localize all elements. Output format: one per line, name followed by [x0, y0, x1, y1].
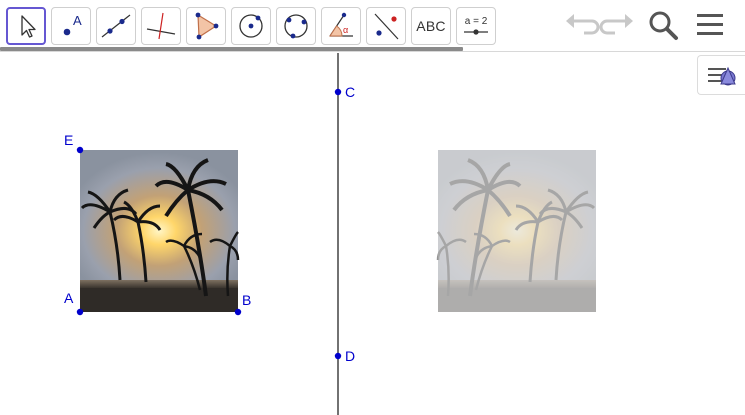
point-a-label: A: [64, 290, 74, 306]
slider-tool-label: a = 2: [465, 16, 488, 27]
slider-icon: a = 2: [464, 16, 488, 35]
toolbar: A α ABC a = 2: [0, 0, 745, 52]
polygon-tool-button[interactable]: [186, 7, 226, 45]
text-tool-button[interactable]: ABC: [411, 7, 451, 45]
toolbar-scrollbar[interactable]: [0, 47, 463, 51]
undo-button[interactable]: [563, 8, 600, 47]
point-tool-label: A: [73, 13, 82, 28]
hamburger-menu-icon: [697, 14, 723, 35]
search-button[interactable]: [646, 8, 680, 47]
point-c[interactable]: [334, 88, 342, 96]
circle-center-icon: [239, 14, 263, 38]
point-e-label: E: [64, 132, 73, 148]
point-a[interactable]: [76, 308, 84, 316]
point-d[interactable]: [334, 352, 342, 360]
arrow-cursor-icon: [21, 15, 36, 38]
point-tool-button[interactable]: A: [51, 7, 91, 45]
reflect-line-icon: [374, 13, 399, 40]
circle-three-points-icon: [284, 14, 308, 39]
circle-tool-button[interactable]: [231, 7, 271, 45]
redo-button[interactable]: [599, 8, 636, 47]
point-c-label: C: [345, 84, 355, 100]
point-d-label: D: [345, 348, 355, 364]
angle-icon: α: [329, 12, 353, 37]
circle-three-points-tool-button[interactable]: [276, 7, 316, 45]
search-icon: [649, 11, 678, 40]
sunset-photo[interactable]: [80, 150, 240, 312]
main-menu-button[interactable]: [694, 8, 728, 47]
redo-icon: [599, 14, 633, 35]
angle-tool-button[interactable]: α: [321, 7, 361, 45]
triangle-icon: [195, 12, 219, 40]
move-tool-button[interactable]: [6, 7, 46, 45]
angle-tool-label: α: [343, 25, 348, 35]
perpendicular-icon: [146, 12, 176, 40]
reflected-photo-overlay: [438, 150, 596, 312]
graphics-canvas[interactable]: C D E A B: [0, 53, 745, 415]
perpendicular-line-tool-button[interactable]: [141, 7, 181, 45]
point-b[interactable]: [234, 308, 242, 316]
line-tool-button[interactable]: [96, 7, 136, 45]
undo-icon: [566, 14, 600, 35]
text-tool-label: ABC: [416, 18, 446, 34]
graphics-view[interactable]: C D E A B: [0, 53, 745, 415]
slider-tool-button[interactable]: a = 2: [456, 7, 496, 45]
point-b-label: B: [242, 292, 251, 308]
reflect-tool-button[interactable]: [366, 7, 406, 45]
line-icon: [101, 14, 131, 38]
point-e[interactable]: [76, 146, 84, 154]
point-icon: A: [63, 13, 82, 36]
